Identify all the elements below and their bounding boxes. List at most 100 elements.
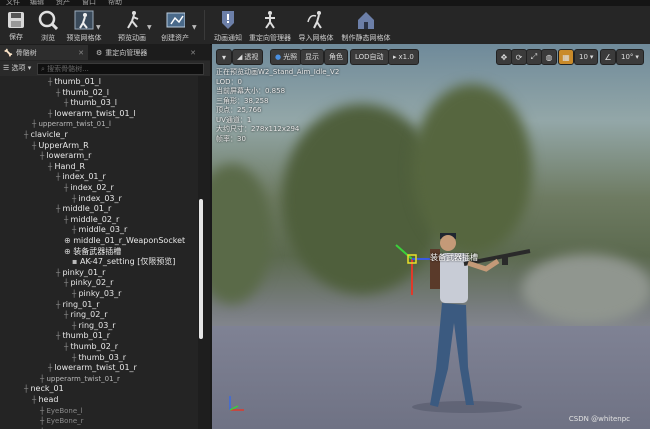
translate-tool[interactable]: ✥	[496, 49, 512, 65]
tab-skeleton-tree[interactable]: 🦴 骨骼树 ✕	[0, 45, 88, 60]
viewport-menu-button[interactable]: ▾	[216, 49, 232, 65]
tree-row[interactable]: ┼ Hand_R	[0, 162, 198, 173]
tree-row-label: ring_01_r	[62, 299, 100, 309]
preview-mesh-dropdown[interactable]: ▼	[96, 24, 101, 31]
tree-row[interactable]: ┼ thumb_01_r	[0, 331, 198, 342]
tree-scrollbar-thumb[interactable]	[199, 199, 203, 339]
watermark: CSDN @whitenpc	[568, 415, 630, 423]
socket-icon: ⊕	[64, 236, 74, 245]
panel-tabs: 🦴 骨骼树 ✕ ⚙ 重定向管理器 ✕	[0, 44, 210, 60]
tree-row-label: EyeBone_l	[46, 406, 83, 415]
info-line: 正在预览动画W2_Stand_Aim_Idle_V2	[216, 68, 340, 76]
notify-flag-icon	[218, 10, 238, 30]
socket-icon: ⊕	[64, 246, 74, 256]
tree-row-label: pinky_02_r	[70, 278, 114, 288]
tree-search-input[interactable]: ⌕ 搜索骨骼树...	[37, 63, 204, 75]
preview-animation-dropdown[interactable]: ▼	[147, 24, 152, 31]
tree-row-label: lowerarm_twist_01_r	[54, 363, 137, 373]
tree-row[interactable]: ┼ middle_01_r	[0, 204, 198, 215]
tree-row-label: head	[38, 395, 59, 404]
socket-label: 装备武器插槽	[430, 253, 478, 262]
socket-gizmo[interactable]	[392, 239, 432, 299]
chevron-down-icon: ▾	[589, 53, 594, 61]
character-button[interactable]: 角色	[324, 49, 348, 65]
tree-row-label: pinky_03_r	[78, 289, 122, 298]
tree-row[interactable]: ┼ thumb_03_r	[0, 353, 198, 364]
lod-button[interactable]: LOD自动	[350, 49, 389, 65]
options-dropdown[interactable]: ☰ 选项 ▾	[3, 63, 31, 73]
tree-row[interactable]: ┼ UpperArm_R	[0, 141, 198, 152]
tree-row[interactable]: ┼ thumb_01_l	[0, 77, 198, 88]
info-line: 三角形：38,258	[216, 96, 269, 105]
close-icon[interactable]: ✕	[190, 49, 196, 57]
tree-row[interactable]: ┼ lowerarm_r	[0, 151, 198, 162]
tree-row-label: middle_01_r	[62, 204, 112, 214]
preview-viewport[interactable]: 装备武器插槽 ▾ ◢ 透视 ● 光照 显示 角色 LOD自动 ▸ x1.0 ✥ ⟳ ⤢…	[212, 44, 650, 429]
rotation-snap-toggle[interactable]: ∠	[600, 49, 616, 65]
show-button[interactable]: 显示	[300, 49, 324, 65]
tree-row[interactable]: ┼ head	[0, 395, 198, 406]
bone-tab-icon: 🦴	[4, 48, 13, 57]
create-asset-button[interactable]: 创建资产	[158, 8, 192, 42]
tree-row-label: Hand_R	[54, 161, 86, 171]
tree-row-label: thumb_01_l	[54, 77, 102, 86]
tab-retarget-manager[interactable]: ⚙ 重定向管理器 ✕	[92, 45, 200, 60]
tree-row[interactable]: ┼ ring_01_r	[0, 300, 198, 311]
tree-row[interactable]: ┼ ring_03_r	[0, 321, 198, 332]
tree-row[interactable]: ⊕ middle_01_r_WeaponSocket	[0, 236, 198, 247]
anim-notify-button[interactable]: 动画通知	[210, 8, 246, 42]
tree-row[interactable]: ┼ neck_01	[0, 384, 198, 395]
tree-row[interactable]: ┼ middle_03_r	[0, 225, 198, 236]
scale-tool[interactable]: ⤢	[526, 49, 542, 65]
info-line: LOD：0	[216, 77, 243, 86]
import-mesh-button[interactable]: 导入网格体	[296, 8, 336, 42]
tree-row[interactable]: ┼ thumb_02_r	[0, 342, 198, 353]
save-button[interactable]: 保存	[4, 8, 28, 42]
rotation-snap-value[interactable]: 10° ▾	[616, 49, 644, 65]
import-figure-icon	[306, 10, 326, 30]
grid-snap-toggle[interactable]: ▦	[558, 49, 574, 65]
chevron-down-icon: ▾	[221, 52, 226, 62]
tree-row[interactable]: ┼ pinky_03_r	[0, 289, 198, 300]
info-line: 大约尺寸：278x112x294	[216, 125, 300, 133]
tree-row[interactable]: ┼ upperarm_twist_01_r	[0, 374, 198, 385]
tree-row[interactable]: ┼ pinky_02_r	[0, 278, 198, 289]
tree-row-label: UpperArm_R	[38, 140, 89, 150]
tree-row[interactable]: ┼ lowerarm_twist_01_l	[0, 109, 198, 120]
tree-row[interactable]: ┼ thumb_02_l	[0, 88, 198, 99]
tree-row-label: thumb_03_r	[78, 352, 127, 362]
tree-row[interactable]: ┼ upperarm_twist_01_l	[0, 119, 198, 130]
tree-row[interactable]: ▪ AK-47_setting [仅限预览]	[0, 257, 198, 268]
tree-row-label: thumb_02_l	[62, 87, 110, 97]
preview-animation-button[interactable]: 预览动画	[114, 8, 150, 42]
tree-row[interactable]: ┼ ring_02_r	[0, 310, 198, 321]
lit-button[interactable]: ● 光照	[270, 49, 303, 65]
close-icon[interactable]: ✕	[78, 49, 84, 57]
perspective-button[interactable]: ◢ 透视	[232, 49, 264, 65]
create-asset-dropdown[interactable]: ▼	[192, 24, 197, 31]
playback-speed-button[interactable]: ▸ x1.0	[388, 49, 419, 65]
tree-row-label: index_02_r	[70, 183, 114, 192]
axis-indicator-icon	[229, 396, 244, 411]
tree-row[interactable]: ┼ thumb_03_l	[0, 98, 198, 109]
tree-row[interactable]: ┼ middle_02_r	[0, 215, 198, 226]
skeleton-tree-panel: 🦴 骨骼树 ✕ ⚙ 重定向管理器 ✕ ☰ 选项 ▾ ⌕ 搜索骨骼树... ┼ t…	[0, 44, 210, 429]
retarget-manager-button[interactable]: 重定向管理器	[248, 8, 292, 42]
tree-row[interactable]: ┼ EyeBone_r	[0, 416, 198, 427]
tree-row-label: upperarm_twist_01_r	[46, 374, 120, 383]
browse-button[interactable]: 浏览	[36, 8, 60, 42]
globe-icon: ◍	[545, 52, 553, 62]
tree-row[interactable]: ┼ index_03_r	[0, 194, 198, 205]
tree-row[interactable]: ┼ EyeBone_l	[0, 406, 198, 417]
tree-row[interactable]: ┼ index_02_r	[0, 183, 198, 194]
tree-row[interactable]: ┼ pinky_01_r	[0, 268, 198, 279]
tree-row[interactable]: ⊕ 装备武器插槽	[0, 247, 198, 258]
coord-space-toggle[interactable]: ◍	[541, 49, 557, 65]
make-static-mesh-button[interactable]: 制作静态网格体	[338, 8, 394, 42]
tree-row[interactable]: ┼ lowerarm_twist_01_r	[0, 363, 198, 374]
grid-snap-value[interactable]: 10 ▾	[574, 49, 599, 65]
tree-row[interactable]: ┼ index_01_r	[0, 172, 198, 183]
tree-filter-bar: ☰ 选项 ▾ ⌕ 搜索骨骼树...	[0, 61, 210, 76]
tree-row[interactable]: ┼ clavicle_r	[0, 130, 198, 141]
rotate-tool[interactable]: ⟳	[511, 49, 527, 65]
